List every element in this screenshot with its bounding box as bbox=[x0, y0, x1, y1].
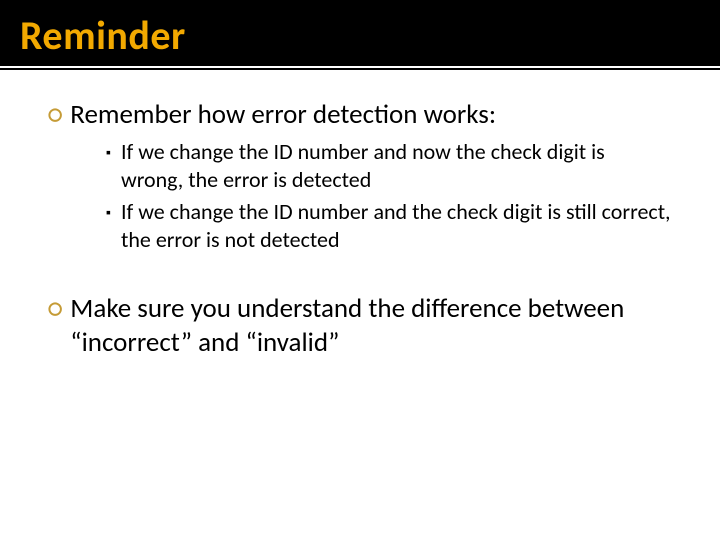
circle-bullet-icon: ○ bbox=[48, 293, 62, 324]
slide-body: ○ Remember how error detection works: ▪ … bbox=[0, 70, 720, 360]
bullet-level1: ○ Make sure you understand the differenc… bbox=[48, 292, 672, 360]
circle-bullet-icon: ○ bbox=[48, 99, 62, 130]
square-bullet-icon: ▪ bbox=[106, 202, 111, 224]
bullet-text: Make sure you understand the difference … bbox=[70, 292, 672, 360]
subbullet-text: If we change the ID number and now the c… bbox=[121, 138, 672, 194]
bullet-level2: ▪ If we change the ID number and now the… bbox=[106, 138, 672, 194]
square-bullet-icon: ▪ bbox=[106, 142, 111, 164]
subbullet-text: If we change the ID number and the check… bbox=[121, 198, 672, 254]
slide: Reminder ○ Remember how error detection … bbox=[0, 0, 720, 540]
spacer bbox=[48, 282, 672, 292]
bullet-level2: ▪ If we change the ID number and the che… bbox=[106, 198, 672, 254]
bullet-text: Remember how error detection works: bbox=[70, 98, 496, 132]
sublist: ▪ If we change the ID number and now the… bbox=[106, 138, 672, 255]
slide-title: Reminder bbox=[20, 14, 720, 58]
title-band: Reminder bbox=[0, 0, 720, 68]
bullet-level1: ○ Remember how error detection works: bbox=[48, 98, 672, 132]
